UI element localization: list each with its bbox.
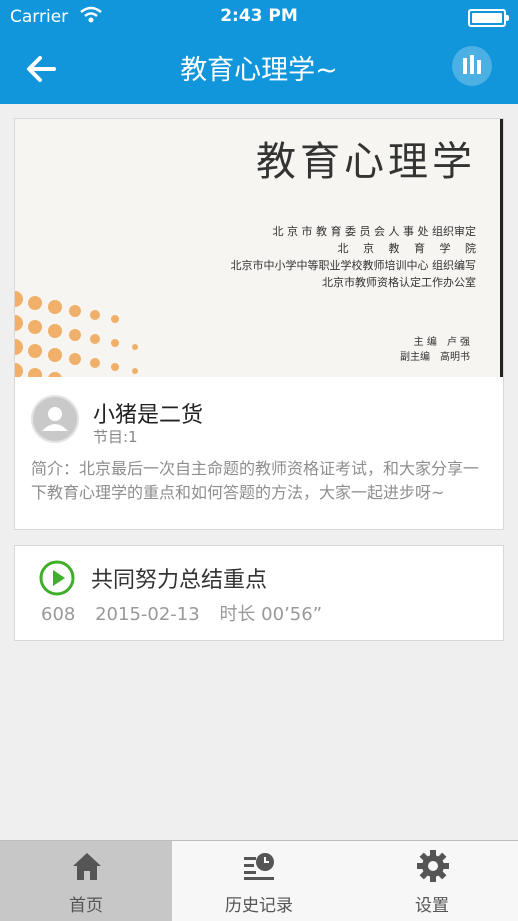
tab-bar: 首页 历史记录 设置 bbox=[0, 840, 518, 921]
tab-settings[interactable]: 设置 bbox=[346, 841, 518, 921]
status-bar: Carrier 2:43 PM bbox=[0, 0, 518, 34]
battery-icon bbox=[468, 9, 509, 27]
bar-chart-icon bbox=[463, 55, 481, 74]
cover-line: 北 京 市 教 育 委 员 会 人 事 处 组织审定 bbox=[272, 225, 476, 238]
play-icon[interactable] bbox=[39, 560, 75, 596]
page-title: 教育心理学~ bbox=[180, 55, 338, 86]
gear-icon bbox=[417, 850, 449, 882]
home-icon bbox=[73, 853, 101, 880]
tab-label: 首页 bbox=[69, 896, 103, 916]
album-card[interactable]: 教育心理学 北 京 市 教 育 委 员 会 人 事 处 组织审定 北 京 教 育… bbox=[14, 118, 504, 530]
tab-history[interactable]: 历史记录 bbox=[172, 841, 346, 921]
episode-item[interactable]: 共同努力总结重点 608 2015-02-13 时长 00’56” bbox=[14, 545, 504, 641]
top-bar: Carrier 2:43 PM 教育心理学~ bbox=[0, 0, 518, 104]
cover-editor: 主 编 卢 强 bbox=[413, 337, 470, 348]
episode-meta: 608 2015-02-13 时长 00’56” bbox=[41, 600, 336, 626]
stats-button[interactable] bbox=[452, 46, 492, 86]
author-row: 小猪是二货 节目:1 bbox=[31, 395, 491, 446]
play-count: 608 bbox=[41, 604, 76, 625]
cover-dots-decoration bbox=[15, 291, 138, 377]
tab-home[interactable]: 首页 bbox=[0, 841, 172, 921]
cover-title: 教育心理学 bbox=[256, 139, 476, 185]
cover-line: 北京市教师资格认定工作办公室 bbox=[322, 276, 476, 289]
avatar[interactable] bbox=[31, 395, 79, 443]
cover-line: 北 京 教 育 学 院 bbox=[337, 242, 476, 255]
episode-count: 节目:1 bbox=[93, 428, 138, 446]
author-name: 小猪是二货 bbox=[93, 403, 204, 428]
tab-label: 历史记录 bbox=[225, 896, 293, 916]
episode-date: 2015-02-13 bbox=[95, 604, 200, 625]
cover-line: 北京市中小学中等职业学校教师培训中心 组织编写 bbox=[230, 259, 477, 272]
album-cover-image: 教育心理学 北 京 市 教 育 委 员 会 人 事 处 组织审定 北 京 教 育… bbox=[15, 119, 503, 377]
episode-duration: 时长 00’56” bbox=[219, 604, 323, 625]
history-icon bbox=[244, 853, 274, 880]
episode-title: 共同努力总结重点 bbox=[91, 568, 268, 593]
back-arrow-icon[interactable] bbox=[24, 52, 58, 86]
cover-deputy-editor: 副主编 高明书 bbox=[400, 352, 470, 363]
album-intro: 简介：北京最后一次自主命题的教师资格证考试，和大家分享一下教育心理学的重点和如何… bbox=[31, 459, 480, 502]
tab-label: 设置 bbox=[415, 896, 449, 916]
user-icon bbox=[42, 407, 68, 431]
status-time: 2:43 PM bbox=[220, 6, 298, 26]
